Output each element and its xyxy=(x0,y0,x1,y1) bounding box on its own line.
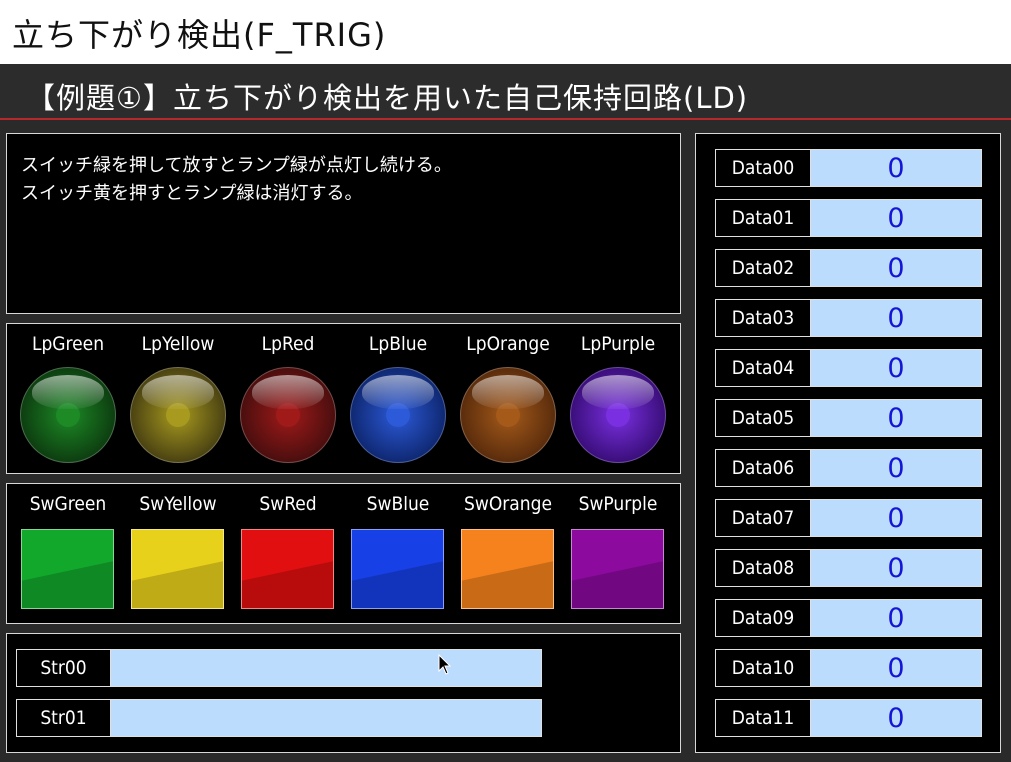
lamp-label: LpPurple xyxy=(580,333,656,355)
string-label: Str00 xyxy=(16,649,111,687)
page-title: 立ち下がり検出(F_TRIG) xyxy=(12,16,387,54)
data-label: Data07 xyxy=(715,499,811,537)
switch-purple-button[interactable] xyxy=(571,529,664,609)
data-label: Data06 xyxy=(715,449,811,487)
data-row: Data02 0 xyxy=(715,249,982,287)
data-value-field[interactable]: 0 xyxy=(810,499,982,537)
switch-label: SwOrange xyxy=(464,493,552,515)
data-row: Data04 0 xyxy=(715,349,982,387)
data-label: Data08 xyxy=(715,549,811,587)
lamp-panel: LpGreen LpYellow LpRed LpBlue LpOrange L… xyxy=(6,323,681,474)
subtitle-bar: 【例題①】立ち下がり検出を用いた自己保持回路(LD) xyxy=(0,64,1011,120)
data-value-field[interactable]: 0 xyxy=(810,149,982,187)
lamp-label: LpOrange xyxy=(466,333,550,355)
lamp-blue xyxy=(350,367,446,463)
lamp-orange xyxy=(460,367,556,463)
data-row: Data07 0 xyxy=(715,499,982,537)
switch-panel: SwGreen SwYellow SwRed SwBlue SwOrange S… xyxy=(6,483,681,624)
data-value-field[interactable]: 0 xyxy=(810,599,982,637)
data-row: Data11 0 xyxy=(715,699,982,737)
data-value-field[interactable]: 0 xyxy=(810,199,982,237)
data-label: Data00 xyxy=(715,149,811,187)
lamp-label: LpGreen xyxy=(31,333,105,355)
data-row: Data00 0 xyxy=(715,149,982,187)
data-value-field[interactable]: 0 xyxy=(810,549,982,587)
data-row: Data08 0 xyxy=(715,549,982,587)
switch-label: SwRed xyxy=(259,493,317,515)
string-value-field[interactable] xyxy=(110,699,542,737)
data-row: Data09 0 xyxy=(715,599,982,637)
lamp-label: LpRed xyxy=(261,333,315,355)
page-subtitle: 【例題①】立ち下がり検出を用いた自己保持回路(LD) xyxy=(26,81,749,115)
data-label: Data01 xyxy=(715,199,811,237)
data-label: Data04 xyxy=(715,349,811,387)
switch-label: SwGreen xyxy=(29,493,107,515)
mouse-cursor-icon xyxy=(438,654,452,675)
string-panel: Str00 Str01 xyxy=(6,633,681,753)
data-row: Data05 0 xyxy=(715,399,982,437)
title-bar: 立ち下がり検出(F_TRIG) xyxy=(0,0,1011,64)
lamp-yellow xyxy=(130,367,226,463)
string-row: Str01 xyxy=(16,699,542,737)
data-value-field[interactable]: 0 xyxy=(810,349,982,387)
data-label: Data11 xyxy=(715,699,811,737)
data-row: Data03 0 xyxy=(715,299,982,337)
lamp-label: LpBlue xyxy=(368,333,428,355)
string-label: Str01 xyxy=(16,699,111,737)
string-row: Str00 xyxy=(16,649,542,687)
switch-yellow-button[interactable] xyxy=(131,529,224,609)
switch-label: SwPurple xyxy=(578,493,658,515)
switch-blue-button[interactable] xyxy=(351,529,444,609)
data-value-field[interactable]: 0 xyxy=(810,299,982,337)
switch-label: SwYellow xyxy=(139,493,217,515)
data-panel: Data00 0 Data01 0 Data02 0 Data03 0 Data… xyxy=(695,133,1001,753)
description-line-1: スイッチ緑を押して放すとランプ緑が点灯し続ける。 xyxy=(21,155,452,176)
data-value-field[interactable]: 0 xyxy=(810,649,982,687)
data-row: Data06 0 xyxy=(715,449,982,487)
data-value-field[interactable]: 0 xyxy=(810,399,982,437)
description-line-2: スイッチ黄を押すとランプ緑は消灯する。 xyxy=(21,183,363,204)
description-panel: スイッチ緑を押して放すとランプ緑が点灯し続ける。 スイッチ黄を押すとランプ緑は消… xyxy=(6,133,681,314)
data-label: Data05 xyxy=(715,399,811,437)
switch-orange-button[interactable] xyxy=(461,529,554,609)
data-label: Data10 xyxy=(715,649,811,687)
data-label: Data02 xyxy=(715,249,811,287)
string-value-field[interactable] xyxy=(110,649,542,687)
lamp-green xyxy=(20,367,116,463)
data-row: Data10 0 xyxy=(715,649,982,687)
data-value-field[interactable]: 0 xyxy=(810,699,982,737)
switch-green-button[interactable] xyxy=(21,529,114,609)
lamp-red xyxy=(240,367,336,463)
switch-label: SwBlue xyxy=(366,493,430,515)
switch-red-button[interactable] xyxy=(241,529,334,609)
data-label: Data09 xyxy=(715,599,811,637)
data-label: Data03 xyxy=(715,299,811,337)
data-value-field[interactable]: 0 xyxy=(810,249,982,287)
data-value-field[interactable]: 0 xyxy=(810,449,982,487)
lamp-purple xyxy=(570,367,666,463)
data-row: Data01 0 xyxy=(715,199,982,237)
lamp-label: LpYellow xyxy=(141,333,215,355)
